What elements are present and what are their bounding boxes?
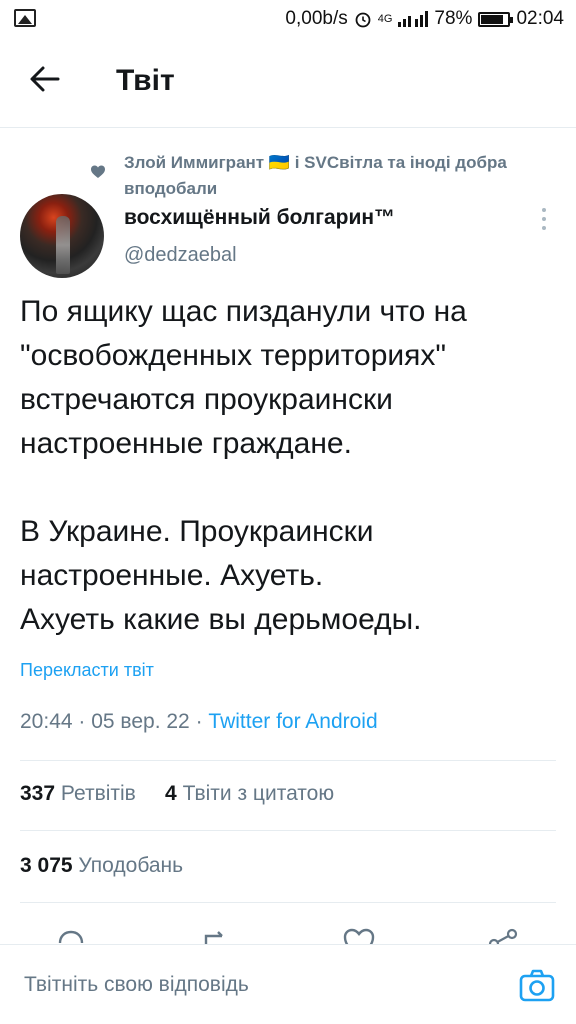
alarm-icon xyxy=(355,12,371,28)
clock: 02:04 xyxy=(516,8,564,29)
tweet-time: 20:44 xyxy=(20,710,73,733)
likes-label: Уподобань xyxy=(78,854,184,877)
quotes-label: Твіти з цитатою xyxy=(182,782,335,805)
meta-separator: · xyxy=(195,710,209,733)
translate-tweet-link[interactable]: Перекласти твіт xyxy=(20,660,154,681)
signal-icon xyxy=(398,11,429,27)
heart-icon xyxy=(91,165,105,178)
tweet-line: настроенные граждане. xyxy=(20,427,352,460)
tweet-line: встречаются проукраински xyxy=(20,383,393,416)
author-display-name[interactable]: восхищённый болгарин™ xyxy=(124,206,395,230)
tweet-actions xyxy=(0,922,576,944)
battery-percent: 78% xyxy=(434,8,473,29)
divider xyxy=(20,902,556,903)
avatar[interactable] xyxy=(20,194,104,278)
reply-icon[interactable] xyxy=(54,926,88,944)
retweets-link[interactable]: 337 Ретвітів xyxy=(20,782,136,805)
network-speed: 0,00b/s xyxy=(285,8,348,29)
author-handle[interactable]: @dedzaebal xyxy=(124,244,237,267)
status-bar-right: 0,00b/s 4G 78% 02:04 xyxy=(285,7,564,31)
tweet-source-link[interactable]: Twitter for Android xyxy=(208,710,377,733)
meta-separator: · xyxy=(78,710,92,733)
retweet-stats: 337 Ретвітів 4 Твіти з цитатою xyxy=(20,782,334,806)
divider xyxy=(20,830,556,831)
more-options-icon[interactable] xyxy=(534,204,554,234)
avatar-figure xyxy=(56,216,70,274)
tweet-line: "освобожденных территориях" xyxy=(20,339,447,372)
likes-count: 3 075 xyxy=(20,854,73,877)
like-icon[interactable] xyxy=(342,926,376,944)
tweet-line: настроенные. Ахуеть. xyxy=(20,559,324,592)
share-icon[interactable] xyxy=(486,926,520,944)
page-title: Твіт xyxy=(116,64,175,97)
camera-icon[interactable] xyxy=(518,967,556,1005)
status-bar: 0,00b/s 4G 78% 02:04 xyxy=(0,0,576,38)
tweet-date: 05 вер. 22 xyxy=(91,710,190,733)
reply-input[interactable]: Твітніть свою відповідь xyxy=(24,973,249,997)
arrow-left-icon[interactable] xyxy=(28,62,62,96)
gallery-icon xyxy=(14,9,36,27)
retweet-icon[interactable] xyxy=(198,926,232,944)
retweets-count: 337 xyxy=(20,782,56,805)
top-app-bar: Твіт xyxy=(0,38,576,128)
retweets-label: Ретвітів xyxy=(60,782,136,805)
tweet-line: В Украине. Проукраински xyxy=(20,515,374,548)
quotes-link[interactable]: 4 Твіти з цитатою xyxy=(165,782,334,805)
tweet-line: По ящику щас пизданули что на xyxy=(20,295,467,328)
tweet-metadata: 20:44 · 05 вер. 22 · Twitter for Android xyxy=(20,710,378,734)
network-type: 4G xyxy=(377,13,393,25)
battery-icon xyxy=(478,11,514,27)
divider xyxy=(20,760,556,761)
tweet-line: Ахуеть какие вы дерьмоеды. xyxy=(20,603,422,636)
tweet-text: По ящику щас пизданули что на "освобожден… xyxy=(20,290,560,642)
reply-composer-bar: Твітніть свою відповідь xyxy=(0,944,576,1024)
likes-stats[interactable]: 3 075 Уподобань xyxy=(20,854,183,878)
quotes-count: 4 xyxy=(165,782,177,805)
social-context-text[interactable]: Злой Иммигрант 🇺🇦 і SVСвітла та іноді до… xyxy=(124,150,574,202)
tweet-paragraph-gap xyxy=(20,466,560,510)
